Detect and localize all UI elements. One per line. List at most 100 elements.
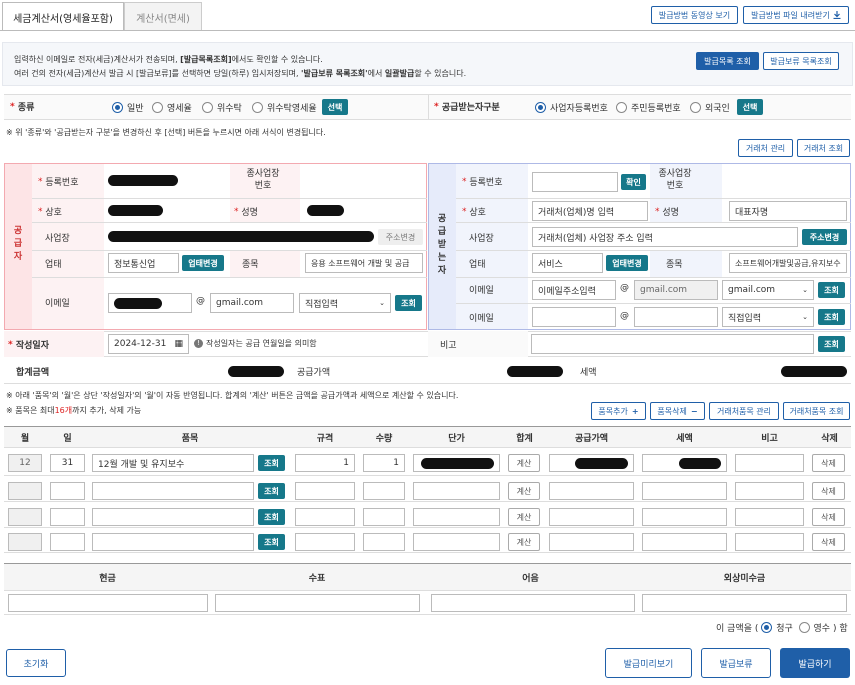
day-field[interactable]: 31 xyxy=(50,454,85,472)
payment-cash-field[interactable] xyxy=(8,594,208,612)
item-name-field[interactable] xyxy=(92,482,254,500)
unit-price-field[interactable] xyxy=(413,508,500,526)
kind-option-zero-rate[interactable]: 영세율 xyxy=(152,101,192,114)
preview-button[interactable]: 발급미리보기 xyxy=(605,648,692,678)
day-field[interactable] xyxy=(50,533,85,551)
item-name-field[interactable] xyxy=(92,508,254,526)
supply-field[interactable] xyxy=(549,533,634,551)
claim-radio[interactable] xyxy=(761,622,773,633)
supplier-item-field[interactable]: 응용 소프트웨어 개발 및 공급 xyxy=(305,253,423,273)
buyer-ceo-field[interactable]: 대표자명 xyxy=(729,201,847,221)
supplier-type-field[interactable]: 정보통신업 xyxy=(108,253,179,273)
calculate-button[interactable]: 계산 xyxy=(508,482,540,500)
item-search-button[interactable]: 조회 xyxy=(258,455,285,471)
buyer-type-option-foreigner[interactable]: 외국인 xyxy=(690,101,730,114)
supplier-email-select[interactable]: 직접입력 ⌄ xyxy=(299,293,391,313)
spec-field[interactable] xyxy=(295,482,355,500)
calculate-button[interactable]: 계산 xyxy=(508,533,540,551)
issue-list-button[interactable]: 발급목록 조회 xyxy=(696,52,759,70)
buyer-addr-change-button[interactable]: 주소변경 xyxy=(802,229,847,245)
partner-item-manage-button[interactable]: 거래처품목 관리 xyxy=(709,402,779,420)
tax-field[interactable] xyxy=(642,508,727,526)
remark-field[interactable] xyxy=(531,334,814,354)
reset-button[interactable]: 초기화 xyxy=(6,649,66,677)
calculate-button[interactable]: 계산 xyxy=(508,454,540,472)
qty-field[interactable] xyxy=(363,508,405,526)
item-name-field[interactable] xyxy=(92,533,254,551)
item-search-button[interactable]: 조회 xyxy=(258,534,285,550)
hold-button[interactable]: 발급보류 xyxy=(701,648,771,678)
remark-search-button[interactable]: 조회 xyxy=(818,336,845,352)
download-guide-button[interactable]: 발급방법 파일 내려받기 xyxy=(743,6,849,24)
supplier-type-change-button[interactable]: 업태변경 xyxy=(182,255,224,271)
buyer-type-field[interactable]: 서비스 xyxy=(532,253,603,273)
buyer-item-field[interactable]: 소프트웨어개발및공급,유지보수 xyxy=(729,253,847,273)
buyer-type-select-button[interactable]: 선택 xyxy=(737,99,763,115)
calculate-button[interactable]: 계산 xyxy=(508,508,540,526)
supply-field[interactable] xyxy=(549,508,634,526)
tab-tax-invoice[interactable]: 세금계산서(영세율포함) xyxy=(2,2,124,31)
row-remark-field[interactable] xyxy=(735,454,804,472)
add-item-button[interactable]: 품목추가 + xyxy=(591,402,646,420)
item-search-button[interactable]: 조회 xyxy=(258,483,285,499)
tax-field[interactable] xyxy=(642,454,727,472)
kind-option-consign[interactable]: 위수탁 xyxy=(202,101,242,114)
unit-price-field[interactable] xyxy=(413,454,500,472)
kind-select-button[interactable]: 선택 xyxy=(322,99,348,115)
kind-option-general[interactable]: 일반 xyxy=(112,101,144,114)
buyer-reg-no-field[interactable] xyxy=(532,172,618,192)
buyer-email2-domain-field[interactable] xyxy=(634,307,718,327)
buyer-name-field[interactable]: 거래처(업체)명 입력 xyxy=(532,201,648,221)
buyer-email2-search-button[interactable]: 조회 xyxy=(818,309,845,325)
row-remark-field[interactable] xyxy=(735,482,804,500)
buyer-email1-select[interactable]: gmail.com ⌄ xyxy=(722,280,814,300)
date-field[interactable]: 2024-12-31 ▦ xyxy=(108,334,189,354)
row-remark-field[interactable] xyxy=(735,533,804,551)
supply-field[interactable] xyxy=(549,482,634,500)
buyer-email1-search-button[interactable]: 조회 xyxy=(818,282,845,298)
item-search-button[interactable]: 조회 xyxy=(258,509,285,525)
supplier-email-id-field[interactable] xyxy=(108,293,192,313)
day-field[interactable] xyxy=(50,508,85,526)
spec-field[interactable] xyxy=(295,508,355,526)
buyer-type-change-button[interactable]: 업태변경 xyxy=(606,255,648,271)
day-field[interactable] xyxy=(50,482,85,500)
buyer-type-option-brn[interactable]: 사업자등록번호 xyxy=(535,101,608,114)
issue-button[interactable]: 발급하기 xyxy=(780,648,850,678)
delete-item-button[interactable]: 품목삭제 − xyxy=(650,402,705,420)
buyer-type-option-rrn[interactable]: 주민등록번호 xyxy=(616,101,681,114)
row-remark-field[interactable] xyxy=(735,508,804,526)
receipt-radio[interactable] xyxy=(798,622,810,633)
supplier-email-search-button[interactable]: 조회 xyxy=(395,295,422,311)
delete-row-button[interactable]: 삭제 xyxy=(812,508,845,526)
tax-field[interactable] xyxy=(642,533,727,551)
buyer-email2-select[interactable]: 직접입력 ⌄ xyxy=(722,307,814,327)
buyer-email1-id-field[interactable]: 이메일주소입력 xyxy=(532,280,616,300)
payment-bill-field[interactable] xyxy=(431,594,635,612)
supplier-email-domain-field[interactable]: gmail.com xyxy=(210,293,294,313)
spec-field[interactable] xyxy=(295,533,355,551)
video-guide-button[interactable]: 발급방법 동영상 보기 xyxy=(651,6,738,24)
kind-option-consign-zero[interactable]: 위수탁영세율 xyxy=(252,101,317,114)
item-name-field[interactable]: 12월 개발 및 유지보수 xyxy=(92,454,254,472)
payment-credit-field[interactable] xyxy=(642,594,847,612)
buyer-email2-id-field[interactable] xyxy=(532,307,616,327)
partner-search-button[interactable]: 거래처 조회 xyxy=(797,139,850,157)
delete-row-button[interactable]: 삭제 xyxy=(812,454,845,472)
buyer-email1-domain-field[interactable]: gmail.com xyxy=(634,280,718,300)
hold-list-button[interactable]: 발급보류 목록조회 xyxy=(763,52,839,70)
payment-check-field[interactable] xyxy=(215,594,420,612)
buyer-addr-field[interactable]: 거래처(업체) 사업장 주소 입력 xyxy=(532,227,798,247)
partner-item-search-button[interactable]: 거래처품목 조회 xyxy=(783,402,850,420)
buyer-reg-no-confirm-button[interactable]: 확인 xyxy=(621,174,646,190)
qty-field[interactable] xyxy=(363,482,405,500)
delete-row-button[interactable]: 삭제 xyxy=(812,482,845,500)
unit-price-field[interactable] xyxy=(413,482,500,500)
tax-field[interactable] xyxy=(642,482,727,500)
supplier-addr-change-button[interactable]: 주소변경 xyxy=(378,229,423,245)
unit-price-field[interactable] xyxy=(413,533,500,551)
supply-field[interactable] xyxy=(549,454,634,472)
spec-field[interactable]: 1 xyxy=(295,454,355,472)
qty-field[interactable] xyxy=(363,533,405,551)
partner-manage-button[interactable]: 거래처 관리 xyxy=(738,139,793,157)
